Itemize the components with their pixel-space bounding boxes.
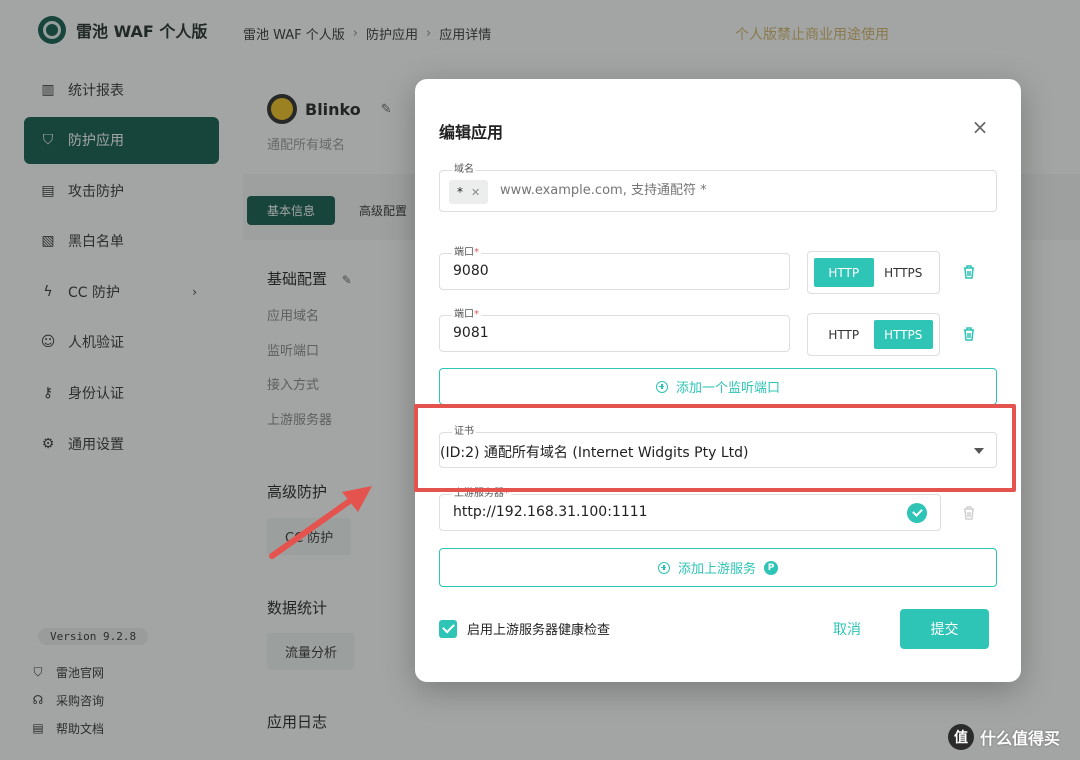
port-label-text: 端口	[454, 247, 474, 258]
protocol-https-button[interactable]: HTTPS	[874, 258, 934, 287]
health-check-label: 启用上游服务器健康检查	[467, 623, 611, 638]
trash-icon[interactable]	[960, 263, 978, 281]
port-field-2[interactable]: 端口* 9081	[439, 308, 790, 352]
protocol-toggle-2: HTTP HTTPS	[807, 313, 940, 356]
domain-tag-value: *	[457, 185, 463, 199]
watermark-logo: 值	[948, 724, 974, 750]
highlight-box	[414, 404, 1016, 492]
check-circle-icon	[907, 503, 927, 523]
protocol-http-button[interactable]: HTTP	[814, 258, 874, 287]
watermark: 值 什么值得买	[948, 724, 1060, 750]
trash-icon[interactable]	[960, 325, 978, 343]
upstream-field[interactable]: 上游服务器* http://192.168.31.100:1111	[439, 487, 941, 531]
pro-badge-icon: P	[764, 560, 778, 575]
port-field-1[interactable]: 端口* 9080	[439, 246, 790, 290]
protocol-toggle-1: HTTP HTTPS	[807, 251, 940, 294]
domain-field[interactable]: 域名 * ✕	[439, 163, 997, 212]
domain-label: 域名	[452, 163, 476, 177]
port-value: 9081	[453, 325, 489, 341]
watermark-text: 什么值得买	[980, 729, 1061, 748]
domain-input[interactable]	[500, 183, 980, 198]
plus-circle-icon	[655, 380, 668, 393]
port-label: 端口*	[452, 308, 481, 322]
required-mark: *	[474, 309, 479, 320]
port-value: 9080	[453, 263, 489, 279]
modal-title: 编辑应用	[439, 123, 504, 142]
cancel-button[interactable]: 取消	[815, 609, 879, 649]
trash-icon[interactable]	[960, 504, 978, 522]
remove-tag-icon[interactable]: ✕	[471, 186, 480, 199]
add-port-label: 添加一个监听端口	[675, 381, 780, 396]
required-mark: *	[474, 247, 479, 258]
port-label: 端口*	[452, 246, 481, 260]
submit-button[interactable]: 提交	[900, 609, 989, 649]
add-upstream-label: 添加上游服务	[677, 562, 756, 577]
health-check-checkbox[interactable]	[439, 619, 457, 638]
protocol-http-button[interactable]: HTTP	[814, 320, 874, 349]
plus-circle-icon	[657, 561, 670, 574]
health-check-option: 启用上游服务器健康检查	[439, 619, 610, 638]
edit-app-modal: 编辑应用 × 域名 * ✕ 端口* 9080 HTTP HTTPS 端口* 90…	[415, 79, 1021, 682]
protocol-https-button[interactable]: HTTPS	[873, 320, 933, 349]
add-upstream-button[interactable]: 添加上游服务 P	[439, 548, 997, 587]
close-icon[interactable]: ×	[970, 117, 990, 137]
port-label-text: 端口	[454, 309, 474, 320]
add-port-button[interactable]: 添加一个监听端口	[439, 368, 997, 405]
upstream-value: http://192.168.31.100:1111	[453, 504, 648, 520]
annotation-arrow-icon	[269, 486, 372, 559]
domain-tag: * ✕	[449, 180, 489, 204]
